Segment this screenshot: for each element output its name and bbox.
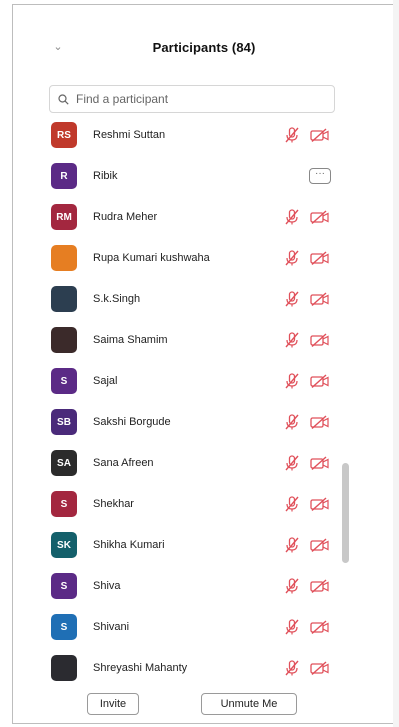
video-off-icon — [310, 538, 329, 553]
scrollbar-thumb[interactable] — [342, 463, 349, 563]
muted-mic-icon — [285, 496, 299, 512]
avatar: S — [51, 491, 77, 517]
video-off-icon — [310, 292, 329, 307]
search-box[interactable] — [49, 85, 335, 113]
avatar: RS — [51, 122, 77, 148]
muted-mic-icon — [285, 414, 299, 430]
avatar: S — [51, 614, 77, 640]
panel-title: Participants (84) — [152, 39, 256, 55]
avatar: S — [51, 368, 77, 394]
participant-row[interactable]: S Shivani — [13, 609, 395, 645]
muted-mic-icon — [285, 291, 299, 307]
avatar — [51, 327, 77, 353]
participant-name: Sajal — [93, 375, 118, 387]
participant-row[interactable]: S Sajal — [13, 363, 395, 399]
participant-name: Shikha Kumari — [93, 539, 165, 551]
avatar — [51, 655, 77, 681]
participant-name: Rudra Meher — [93, 211, 158, 223]
video-off-icon — [310, 128, 329, 143]
muted-mic-icon — [285, 209, 299, 225]
avatar — [51, 245, 77, 271]
avatar: SK — [51, 532, 77, 558]
participant-name: Shekhar — [93, 498, 134, 510]
participants-panel: ⌄ Participants (84) RS Reshmi Suttan R Ribi… — [12, 4, 396, 724]
participant-name: Sana Afreen — [93, 457, 154, 469]
participant-name: S.k.Singh — [93, 293, 141, 305]
more-icon[interactable]: ··· — [309, 168, 331, 184]
video-off-icon — [310, 251, 329, 266]
participant-row[interactable]: SA Sana Afreen — [13, 445, 395, 481]
invite-button[interactable]: Invite — [87, 693, 139, 715]
video-off-icon — [310, 579, 329, 594]
muted-mic-icon — [285, 332, 299, 348]
video-off-icon — [310, 620, 329, 635]
participant-name: Shivani — [93, 621, 130, 633]
muted-mic-icon — [285, 373, 299, 389]
participant-row[interactable]: RS Reshmi Suttan — [13, 117, 395, 153]
video-off-icon — [310, 661, 329, 676]
video-off-icon — [310, 374, 329, 389]
video-off-icon — [310, 210, 329, 225]
search-input[interactable] — [74, 91, 318, 107]
avatar: SB — [51, 409, 77, 435]
participant-row[interactable]: SK Shikha Kumari — [13, 527, 395, 563]
participant-name: Shreyashi Mahanty — [93, 662, 188, 674]
muted-mic-icon — [285, 660, 299, 676]
video-off-icon — [310, 333, 329, 348]
participant-row[interactable]: S Shiva — [13, 568, 395, 604]
avatar: S — [51, 573, 77, 599]
muted-mic-icon — [285, 250, 299, 266]
participant-row[interactable]: Rupa Kumari kushwaha — [13, 240, 395, 276]
panel-header: ⌄ Participants (84) — [13, 33, 395, 61]
participant-name: Shiva — [93, 580, 121, 592]
participant-name: Rupa Kumari kushwaha — [93, 252, 210, 264]
chevron-down-icon[interactable]: ⌄ — [51, 40, 65, 54]
video-off-icon — [310, 456, 329, 471]
video-off-icon — [310, 497, 329, 512]
avatar: RM — [51, 204, 77, 230]
participant-name: Ribik — [93, 170, 118, 182]
participant-name: Saima Shamim — [93, 334, 168, 346]
participant-row[interactable]: RM Rudra Meher — [13, 199, 395, 235]
muted-mic-icon — [285, 127, 299, 143]
avatar — [51, 286, 77, 312]
participant-row[interactable]: R Ribik ··· — [13, 158, 395, 194]
participant-name: Reshmi Suttan — [93, 129, 166, 141]
muted-mic-icon — [285, 578, 299, 594]
muted-mic-icon — [285, 455, 299, 471]
muted-mic-icon — [285, 619, 299, 635]
participant-row[interactable]: S Shekhar — [13, 486, 395, 522]
window-edge — [393, 0, 399, 727]
participant-row[interactable]: Saima Shamim — [13, 322, 395, 358]
muted-mic-icon — [285, 537, 299, 553]
avatar: SA — [51, 450, 77, 476]
avatar: R — [51, 163, 77, 189]
participant-row[interactable]: SB Sakshi Borgude — [13, 404, 395, 440]
search-icon — [58, 93, 69, 105]
unmute-me-button[interactable]: Unmute Me — [201, 693, 297, 715]
participant-name: Sakshi Borgude — [93, 416, 171, 428]
participant-row[interactable]: S.k.Singh — [13, 281, 395, 317]
video-off-icon — [310, 415, 329, 430]
participant-row[interactable]: Shreyashi Mahanty — [13, 650, 395, 686]
panel-footer: Invite Unmute Me — [13, 693, 395, 721]
